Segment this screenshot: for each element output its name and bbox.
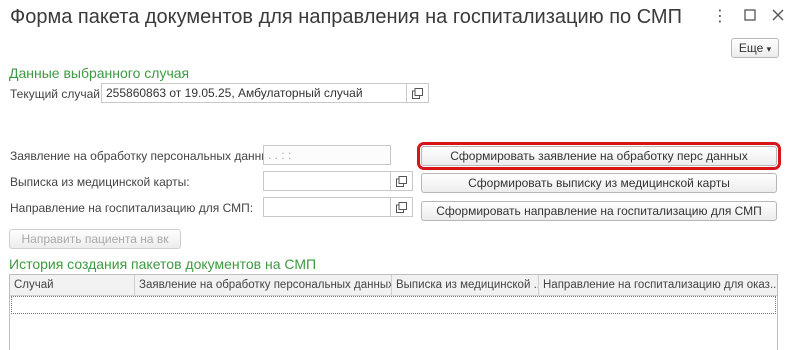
open-copy-icon (396, 201, 407, 213)
section-selected-case-title: Данные выбранного случая (9, 65, 190, 81)
history-table[interactable]: Случай Заявление на обработку персональн… (9, 274, 778, 350)
close-icon[interactable] (769, 8, 787, 26)
history-table-header: Случай Заявление на обработку персональн… (10, 275, 777, 296)
more-label: Еще (738, 41, 764, 55)
column-header-referral[interactable]: Направление на госпитализацию для оказ..… (539, 275, 777, 295)
more-button[interactable]: Еще ▾ (731, 38, 779, 58)
column-header-extract[interactable]: Выписка из медицинской ... (392, 275, 539, 295)
referral-field[interactable] (263, 197, 391, 217)
maximize-icon[interactable] (741, 8, 759, 26)
current-case-label: Текущий случай: (10, 87, 104, 101)
open-extract-button[interactable] (391, 171, 413, 191)
generate-extract-button[interactable]: Сформировать выписку из медицинской карт… (421, 173, 777, 193)
generate-consent-button[interactable]: Сформировать заявление на обработку перс… (417, 142, 781, 170)
current-case-field[interactable]: 255860863 от 19.05.25, Амбулаторный случ… (101, 83, 407, 103)
open-copy-icon (396, 175, 407, 187)
empty-row-focus[interactable] (11, 296, 776, 314)
column-header-consent[interactable]: Заявление на обработку персональных данн… (135, 275, 392, 295)
extract-label: Выписка из медицинской карты: (10, 175, 190, 189)
consent-date-field[interactable]: . . : : (263, 145, 391, 165)
column-header-case[interactable]: Случай (10, 275, 135, 295)
open-copy-icon (412, 87, 423, 99)
referral-label: Направление на госпитализацию для СМП: (10, 201, 254, 215)
generate-referral-button[interactable]: Сформировать направление на госпитализац… (421, 201, 777, 221)
kebab-menu-icon[interactable]: ⋮ (711, 8, 729, 26)
window-title: Форма пакета документов для направления … (10, 6, 682, 28)
chevron-down-icon: ▾ (766, 44, 772, 54)
history-title: История создания пакетов документов на С… (9, 256, 317, 272)
consent-label: Заявление на обработку персональных данн… (10, 149, 280, 163)
send-to-vk-button[interactable]: Направить пациента на вк (9, 229, 181, 249)
extract-field[interactable] (263, 171, 391, 191)
open-case-button[interactable] (407, 83, 429, 103)
open-referral-button[interactable] (391, 197, 413, 217)
